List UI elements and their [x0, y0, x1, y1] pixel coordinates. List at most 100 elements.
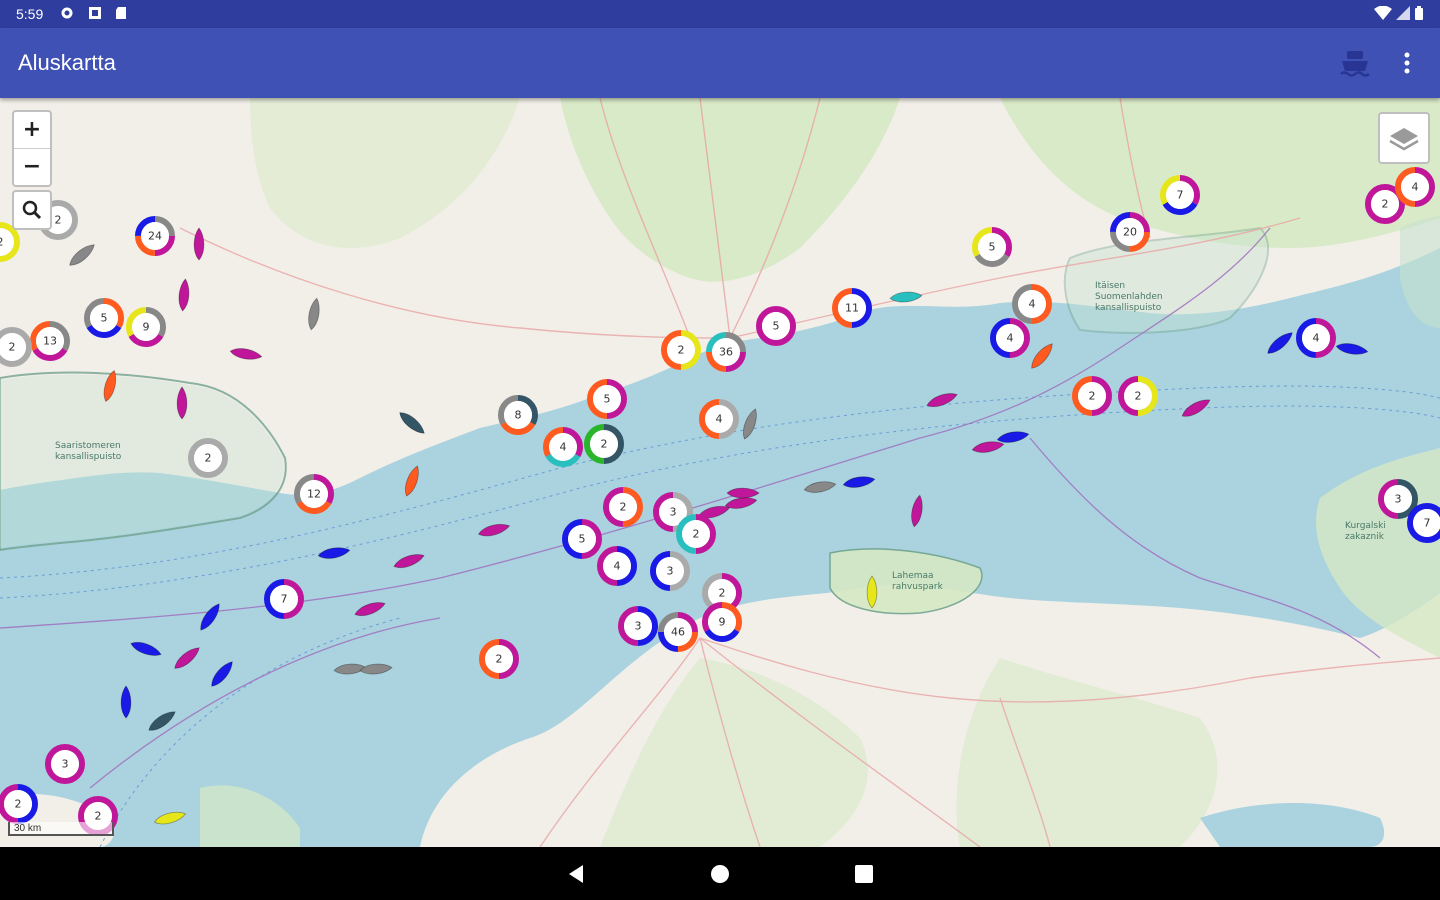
- layers-button[interactable]: [1378, 112, 1430, 164]
- ship-marker[interactable]: [172, 644, 203, 672]
- vessel-cluster[interactable]: 4: [597, 546, 637, 586]
- cluster-count: 3: [670, 506, 677, 519]
- search-icon: [22, 200, 42, 220]
- vessel-cluster[interactable]: 7: [1160, 175, 1200, 215]
- cluster-count: 2: [1382, 198, 1389, 211]
- vessel-cluster[interactable]: 2: [479, 639, 519, 679]
- vessel-cluster[interactable]: 7: [264, 579, 304, 619]
- vessel-cluster[interactable]: 3: [45, 744, 85, 784]
- cluster-count: 5: [579, 533, 586, 546]
- ship-marker[interactable]: [392, 551, 425, 571]
- wifi-icon: [1374, 6, 1392, 20]
- sd-card-icon: [116, 7, 126, 19]
- vessel-cluster[interactable]: 7: [1407, 503, 1440, 543]
- app-title: Aluskartta: [18, 50, 116, 75]
- cluster-count: 2: [693, 528, 700, 541]
- ship-marker[interactable]: [146, 708, 178, 734]
- ship-marker[interactable]: [153, 809, 187, 827]
- ship-marker[interactable]: [208, 659, 236, 690]
- vessel-cluster[interactable]: 5: [756, 306, 796, 346]
- cluster-count: 3: [62, 758, 69, 771]
- vessel-cluster[interactable]: 2: [1118, 376, 1158, 416]
- ship-marker[interactable]: [359, 663, 393, 676]
- vessel-cluster[interactable]: 3: [1378, 479, 1418, 519]
- vessel-cluster[interactable]: 5: [587, 379, 627, 419]
- ship-marker[interactable]: [971, 439, 1005, 454]
- vessel-cluster[interactable]: 9: [126, 307, 166, 347]
- cluster-count: 2: [205, 452, 212, 465]
- vessel-cluster[interactable]: 4: [990, 318, 1030, 358]
- ship-marker[interactable]: [1265, 329, 1296, 357]
- vessel-cluster[interactable]: 4: [1395, 167, 1435, 207]
- vessel-cluster[interactable]: 2: [661, 330, 701, 370]
- vessel-cluster[interactable]: 4: [1012, 284, 1052, 324]
- vessel-cluster[interactable]: 13: [30, 321, 70, 361]
- ship-marker[interactable]: [909, 494, 924, 528]
- cluster-count: 4: [614, 560, 621, 573]
- vessel-cluster[interactable]: 3: [650, 551, 690, 591]
- more-vert-icon[interactable]: [1386, 42, 1428, 84]
- ship-marker[interactable]: [1335, 341, 1369, 356]
- vessel-cluster[interactable]: 2: [0, 327, 32, 367]
- ship-marker[interactable]: [353, 599, 386, 619]
- cluster-count: 2: [15, 798, 22, 811]
- vessel-cluster[interactable]: 46: [658, 612, 698, 652]
- vessel-cluster[interactable]: 4: [1296, 318, 1336, 358]
- search-button[interactable]: [12, 190, 52, 230]
- cluster-count: 3: [1395, 493, 1402, 506]
- ship-marker[interactable]: [477, 521, 511, 539]
- vessel-cluster[interactable]: 2: [0, 784, 38, 824]
- vessel-cluster[interactable]: 4: [543, 427, 583, 467]
- vessel-cluster[interactable]: 8: [498, 395, 538, 435]
- cluster-count: 4: [1313, 332, 1320, 345]
- cluster-count: 2: [601, 438, 608, 451]
- ship-marker[interactable]: [1028, 341, 1056, 372]
- vessel-cluster[interactable]: 24: [135, 216, 175, 256]
- cluster-count: 2: [55, 214, 62, 227]
- cluster-count: 9: [719, 616, 726, 629]
- map-view[interactable]: Saaristomeren kansallispuisto Lahemaa rahv…: [0, 98, 1440, 847]
- ship-marker[interactable]: [317, 545, 351, 560]
- settings-icon: [61, 7, 73, 19]
- ship-marker[interactable]: [842, 474, 876, 489]
- recents-icon[interactable]: [851, 861, 877, 887]
- vessel-cluster[interactable]: 3: [618, 606, 658, 646]
- ship-marker[interactable]: [197, 601, 223, 633]
- cluster-count: 4: [1412, 181, 1419, 194]
- vessel-cluster[interactable]: 5: [84, 298, 124, 338]
- ship-marker[interactable]: [402, 464, 422, 497]
- vessel-cluster[interactable]: 2: [676, 514, 716, 554]
- vessel-cluster[interactable]: 2: [584, 424, 624, 464]
- map-canvas[interactable]: Saaristomeren kansallispuisto Lahemaa rahv…: [0, 98, 1440, 847]
- vessel-cluster[interactable]: 4: [699, 399, 739, 439]
- cluster-count: 5: [989, 241, 996, 254]
- cluster-count: 3: [635, 620, 642, 633]
- ship-icon[interactable]: [1334, 42, 1376, 84]
- vessel-cluster[interactable]: 12: [294, 474, 334, 514]
- ship-marker[interactable]: [129, 639, 162, 659]
- vessel-cluster[interactable]: 9: [702, 602, 742, 642]
- vessel-cluster[interactable]: 2: [603, 487, 643, 527]
- vessel-cluster[interactable]: 5: [562, 519, 602, 559]
- vessel-cluster[interactable]: 2: [188, 438, 228, 478]
- cluster-count: 11: [845, 302, 859, 315]
- ship-marker[interactable]: [740, 407, 760, 440]
- cluster-count: 2: [9, 341, 16, 354]
- home-icon[interactable]: [707, 861, 733, 887]
- back-icon[interactable]: [563, 861, 589, 887]
- zoom-in-button[interactable]: +: [14, 112, 50, 148]
- vessel-cluster[interactable]: 20: [1110, 212, 1150, 252]
- ship-marker[interactable]: [120, 685, 132, 719]
- ship-marker[interactable]: [803, 479, 837, 494]
- vessel-cluster[interactable]: 5: [972, 227, 1012, 267]
- ship-marker[interactable]: [996, 429, 1030, 444]
- scale-bar: 30 km: [8, 822, 114, 836]
- cluster-count: 3: [667, 565, 674, 578]
- vessel-cluster[interactable]: 2: [1072, 376, 1112, 416]
- vessel-cluster[interactable]: 11: [832, 288, 872, 328]
- zoom-out-button[interactable]: −: [14, 149, 50, 185]
- cluster-count: 2: [496, 653, 503, 666]
- ship-marker[interactable]: [925, 390, 958, 410]
- cluster-count: 8: [515, 409, 522, 422]
- vessel-cluster[interactable]: 36: [706, 332, 746, 372]
